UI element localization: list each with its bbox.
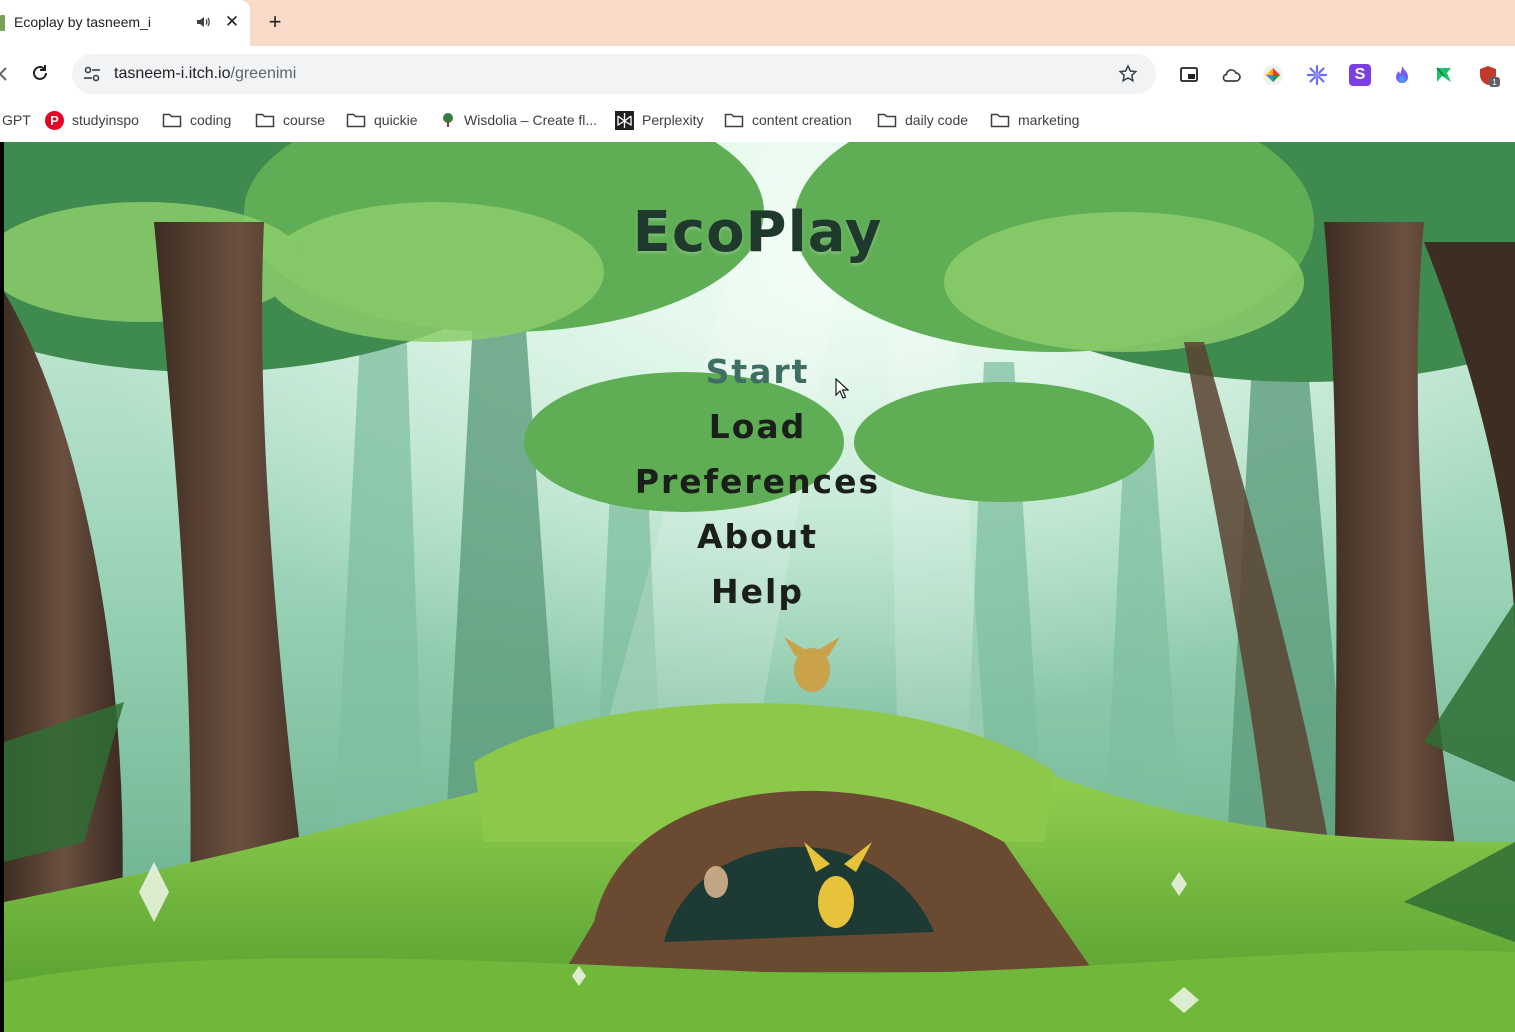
bookmark-folder-content-creation[interactable]: content creation — [724, 109, 852, 131]
bookmarks-bar: GPT P studyinspo coding course quickie W… — [0, 102, 1515, 138]
wisdolia-icon — [443, 113, 453, 127]
browser-toolbar: tasneem-i.itch.io/greenimi S 1 — [0, 46, 1515, 102]
folder-icon — [255, 113, 275, 128]
menu-preferences-button[interactable]: Preferences — [0, 462, 1515, 510]
bookmark-star-icon[interactable] — [1118, 64, 1138, 84]
folder-icon — [162, 113, 182, 128]
bookmark-folder-course[interactable]: course — [255, 109, 325, 131]
bookmark-studyinspo[interactable]: P studyinspo — [45, 109, 139, 131]
folder-icon — [877, 113, 897, 128]
game-canvas[interactable]: EcoPlay Start Load Preferences About Hel… — [0, 142, 1515, 1032]
bookmark-folder-quickie[interactable]: quickie — [346, 109, 418, 131]
menu-load-button[interactable]: Load — [0, 407, 1515, 455]
back-arrow-icon[interactable] — [0, 64, 8, 84]
snowflake-extension-icon[interactable] — [1306, 64, 1328, 86]
picture-in-picture-icon[interactable] — [1178, 64, 1200, 86]
folder-icon — [346, 113, 366, 128]
perplexity-icon — [615, 110, 634, 130]
folder-icon — [724, 113, 744, 128]
bookmark-folder-coding[interactable]: coding — [162, 109, 231, 131]
speaker-icon[interactable] — [195, 14, 211, 30]
s-extension-icon[interactable]: S — [1349, 64, 1371, 86]
flame-extension-icon[interactable] — [1391, 64, 1413, 86]
browser-tab-active[interactable]: Ecoplay by tasneem_i ✕ — [0, 0, 250, 46]
menu-start-button[interactable]: Start — [0, 352, 1515, 400]
address-bar[interactable]: tasneem-i.itch.io/greenimi — [72, 54, 1156, 94]
green-extension-icon[interactable] — [1433, 64, 1455, 86]
shield-extension-icon[interactable]: 1 — [1477, 64, 1501, 88]
folder-icon — [990, 113, 1010, 128]
mouse-pointer-icon — [835, 378, 849, 399]
menu-about-button[interactable]: About — [0, 517, 1515, 565]
bookmark-gpt[interactable]: GPT — [2, 109, 31, 131]
bookmark-wisdolia[interactable]: Wisdolia – Create fl... — [440, 109, 597, 131]
cloud-icon[interactable] — [1220, 64, 1242, 86]
itch-favicon-icon — [0, 15, 5, 31]
new-tab-icon[interactable]: + — [264, 10, 286, 34]
bookmark-perplexity[interactable]: Perplexity — [615, 109, 703, 131]
site-info-icon[interactable] — [82, 64, 102, 84]
menu-help-button[interactable]: Help — [0, 572, 1515, 620]
url-text: tasneem-i.itch.io/greenimi — [114, 65, 297, 82]
bookmark-folder-daily-code[interactable]: daily code — [877, 109, 968, 131]
close-tab-icon[interactable]: ✕ — [222, 11, 242, 33]
pinterest-icon: P — [45, 110, 64, 130]
tab-strip: Ecoplay by tasneem_i ✕ + — [0, 0, 1515, 46]
extension-badge-count: 1 — [1492, 78, 1497, 87]
game-title: EcoPlay — [632, 200, 883, 265]
color-diamond-extension-icon[interactable] — [1262, 64, 1284, 86]
reload-icon[interactable] — [29, 62, 51, 84]
bookmark-folder-marketing[interactable]: marketing — [990, 109, 1079, 131]
tab-title: Ecoplay by tasneem_i — [14, 14, 151, 30]
